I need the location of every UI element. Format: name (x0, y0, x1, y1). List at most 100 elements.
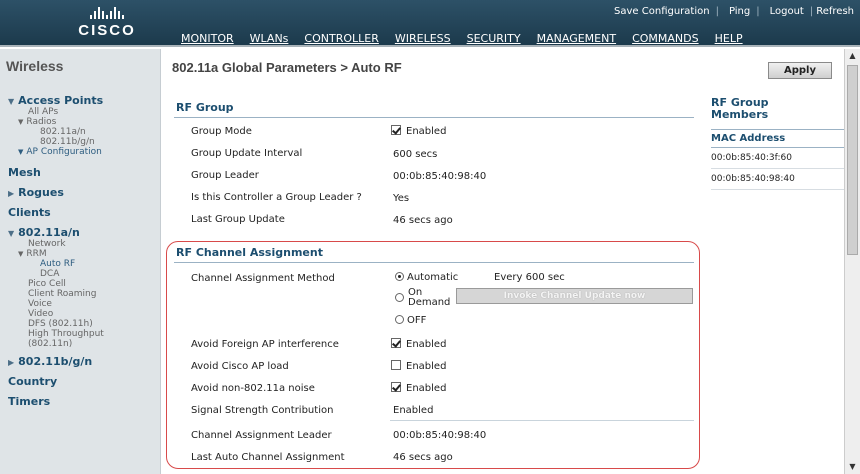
radio-off[interactable]: OFF (395, 315, 426, 326)
nav-wireless[interactable]: WIRELESS (387, 30, 459, 47)
invoke-channel-update-button[interactable]: Invoke Channel Update now (456, 288, 693, 304)
ping-link[interactable]: Ping (729, 6, 750, 17)
checkbox-checked-icon (391, 382, 401, 392)
cisco-logo: CISCO (62, 7, 152, 41)
sidebar-item-country[interactable]: Country (0, 375, 160, 388)
automatic-interval-value: Every 600 sec (494, 272, 565, 283)
sidebar-item-rrm[interactable]: ▼ RRM (0, 249, 160, 259)
sidebar-item-radio-a[interactable]: 802.11a/n (0, 127, 160, 137)
checkbox-unchecked-icon (391, 360, 401, 370)
avoid-noise-checkbox[interactable]: Enabled (391, 382, 446, 394)
channel-assignment-method-label: Channel Assignment Method (191, 273, 335, 284)
sidebar-item-dfs[interactable]: DFS (802.11h) (0, 319, 160, 329)
top-banner: CISCO Save Configuration | Ping | Logout | Ref… (0, 0, 860, 47)
channel-assignment-leader-label: Channel Assignment Leader (191, 430, 332, 441)
avoid-foreign-ap-label: Avoid Foreign AP interference (191, 339, 339, 350)
radio-on-demand[interactable]: On Demand (395, 287, 455, 309)
sidebar-item-client-roaming[interactable]: Client Roaming (0, 289, 160, 299)
utility-links: Save Configuration | Ping | Logout | Refresh (614, 6, 854, 17)
radio-automatic[interactable]: Automatic (395, 272, 458, 283)
sidebar-item-label: 802.11a/n (18, 226, 80, 239)
apply-button[interactable]: Apply (768, 62, 832, 79)
content-area: 802.11a Global Parameters > Auto RF Appl… (162, 49, 845, 474)
radio-off-label: OFF (407, 315, 427, 326)
nav-wlans[interactable]: WLANs (242, 30, 297, 47)
sidebar-item-auto-rf[interactable]: Auto RF (0, 259, 160, 269)
sidebar: Wireless ▼ Access Points All APs ▼ Radios … (0, 49, 161, 474)
channel-assignment-leader-value: 00:0b:85:40:98:40 (393, 430, 487, 441)
radio-automatic-label: Automatic (407, 272, 459, 283)
triangle-right-icon: ▶ (8, 358, 15, 367)
sidebar-item-video[interactable]: Video (0, 309, 160, 319)
triangle-down-icon: ▼ (8, 229, 15, 238)
sidebar-item-label: Access Points (18, 94, 104, 107)
main-nav: MONITOR WLANs CONTROLLER WIRELESS SECURI… (173, 30, 751, 47)
logout-link[interactable]: Logout (770, 6, 804, 17)
last-group-update-value: 46 secs ago (393, 215, 453, 226)
avoid-foreign-ap-value: Enabled (406, 339, 447, 350)
group-mode-value: Enabled (406, 126, 447, 137)
radio-selected-icon (395, 272, 404, 281)
nav-help[interactable]: HELP (707, 30, 751, 47)
cisco-bars-icon (62, 7, 152, 19)
vertical-scrollbar[interactable]: ▲ ▼ (844, 49, 860, 474)
divider (390, 420, 694, 421)
sidebar-item-network[interactable]: Network (0, 239, 160, 249)
last-auto-channel-assignment-label: Last Auto Channel Assignment (191, 452, 345, 463)
member-row: 00:0b:85:40:3f:60 (711, 148, 845, 169)
page-title: 802.11a Global Parameters > Auto RF (172, 60, 402, 75)
divider (174, 262, 694, 263)
scroll-down-arrow-icon[interactable]: ▼ (845, 460, 860, 474)
sidebar-item-clients[interactable]: Clients (0, 206, 160, 219)
triangle-right-icon: ▶ (8, 189, 15, 198)
divider (174, 117, 694, 118)
group-leader-label: Group Leader (191, 170, 259, 181)
radio-demand-label: Demand (408, 297, 451, 308)
sidebar-item-label: Radios (26, 117, 57, 127)
nav-security[interactable]: SECURITY (459, 30, 529, 47)
sidebar-item-label: AP Configuration (26, 147, 102, 157)
group-leader-value: 00:0b:85:40:98:40 (393, 171, 487, 182)
sidebar-item-dca[interactable]: DCA (0, 269, 160, 279)
mac-address-column-header: MAC Address (711, 129, 845, 148)
sidebar-item-voice[interactable]: Voice (0, 299, 160, 309)
sidebar-item-high-throughput-sub[interactable]: (802.11n) (0, 339, 160, 349)
sidebar-item-mesh[interactable]: Mesh (0, 166, 160, 179)
signal-strength-value: Enabled (393, 405, 434, 416)
sidebar-item-all-aps[interactable]: All APs (0, 107, 160, 117)
sidebar-item-802-11bg[interactable]: ▶ 802.11b/g/n (0, 355, 160, 368)
sidebar-item-802-11a[interactable]: ▼ 802.11a/n (0, 226, 160, 239)
nav-management[interactable]: MANAGEMENT (529, 30, 624, 47)
scrollbar-thumb[interactable] (847, 65, 858, 255)
sidebar-item-label: Rogues (18, 186, 64, 199)
sidebar-item-timers[interactable]: Timers (0, 395, 160, 408)
signal-strength-label: Signal Strength Contribution (191, 405, 334, 416)
sidebar-item-ap-configuration[interactable]: ▼ AP Configuration (0, 147, 160, 157)
avoid-noise-value: Enabled (406, 383, 447, 394)
sidebar-item-radio-bg[interactable]: 802.11b/g/n (0, 137, 160, 147)
rf-group-heading: RF Group (176, 101, 234, 114)
sidebar-title: Wireless (6, 58, 64, 74)
nav-monitor[interactable]: MONITOR (173, 30, 242, 47)
rf-group-members-panel: RF Group Members MAC Address 00:0b:85:40… (711, 97, 845, 190)
nav-commands[interactable]: COMMANDS (624, 30, 707, 47)
triangle-down-icon: ▼ (18, 118, 24, 126)
sidebar-item-radios[interactable]: ▼ Radios (0, 117, 160, 127)
last-auto-channel-assignment-value: 46 secs ago (393, 452, 453, 463)
avoid-noise-label: Avoid non-802.11a noise (191, 383, 315, 394)
rf-channel-assignment-heading: RF Channel Assignment (176, 246, 323, 259)
sidebar-item-high-throughput[interactable]: High Throughput (0, 329, 160, 339)
group-update-interval-label: Group Update Interval (191, 148, 303, 159)
sidebar-item-pico-cell[interactable]: Pico Cell (0, 279, 160, 289)
group-mode-checkbox[interactable]: Enabled (391, 125, 446, 137)
scroll-up-arrow-icon[interactable]: ▲ (845, 49, 860, 63)
nav-controller[interactable]: CONTROLLER (296, 30, 386, 47)
is-group-leader-value: Yes (393, 193, 410, 204)
avoid-cisco-ap-load-checkbox[interactable]: Enabled (391, 360, 446, 372)
sidebar-item-rogues[interactable]: ▶ Rogues (0, 186, 160, 199)
triangle-down-icon: ▼ (18, 148, 24, 156)
avoid-foreign-ap-checkbox[interactable]: Enabled (391, 338, 446, 350)
save-configuration-link[interactable]: Save Configuration (614, 6, 710, 17)
refresh-link[interactable]: Refresh (816, 6, 854, 17)
sidebar-item-access-points[interactable]: ▼ Access Points (0, 94, 160, 107)
